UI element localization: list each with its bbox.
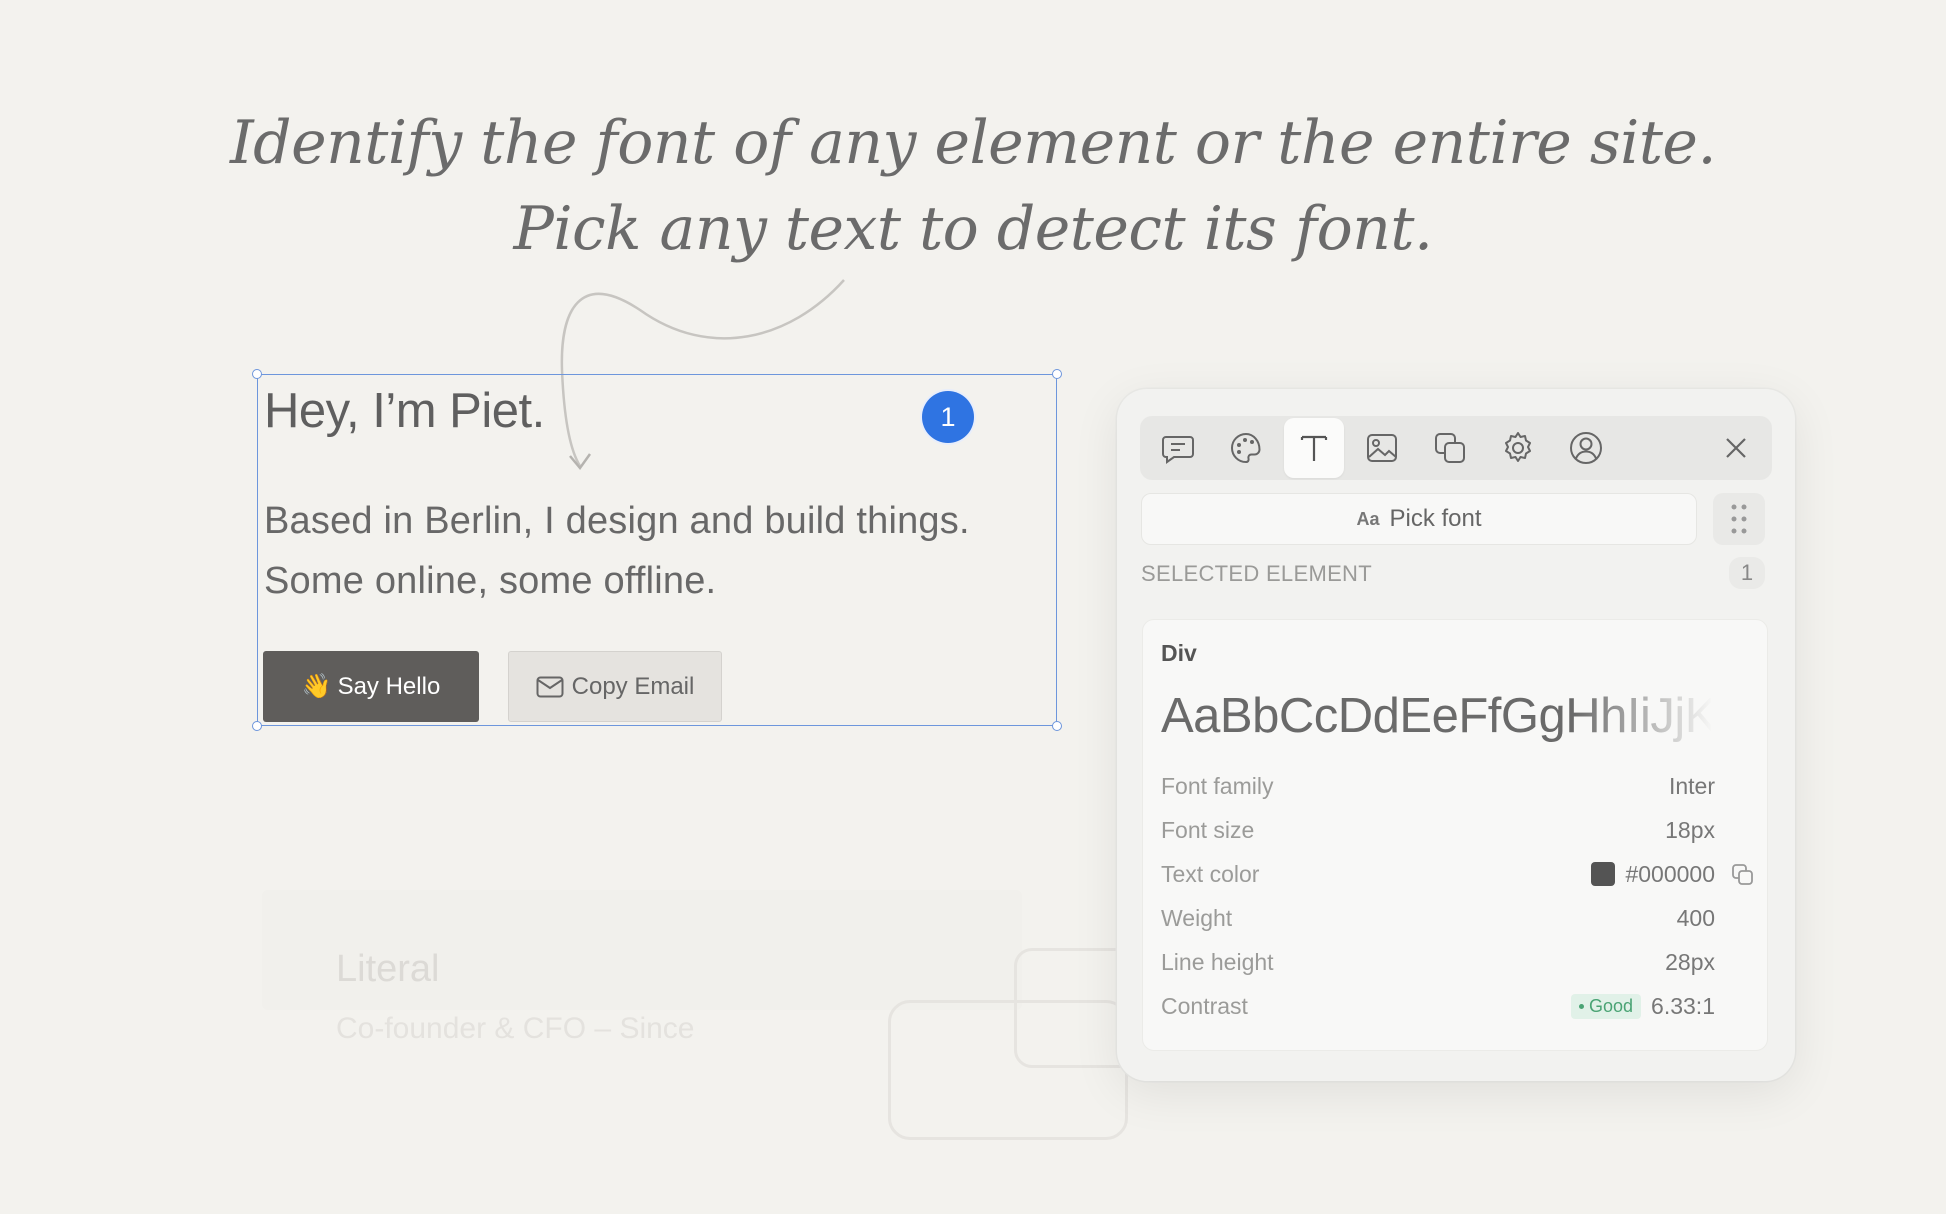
drag-handle[interactable] <box>1713 493 1765 545</box>
font-inspector-panel: Aa Pick font SELECTED ELEMENT 1 Div AaBb… <box>1117 389 1795 1081</box>
color-swatch <box>1591 862 1616 886</box>
say-hello-button[interactable]: 👋 Say Hello <box>263 651 479 722</box>
pick-font-label: Pick font <box>1389 505 1482 532</box>
hero-text: Based in Berlin, I design and build thin… <box>264 491 970 611</box>
background-title: Literal <box>336 948 440 990</box>
panel-toolbar <box>1140 416 1772 480</box>
tool-comments[interactable] <box>1148 418 1208 478</box>
tool-account[interactable] <box>1556 418 1616 478</box>
headline-line-2: Pick any text to detect its font. <box>513 194 1433 264</box>
wave-icon: 👋 <box>301 673 332 700</box>
tool-fonts[interactable] <box>1284 418 1344 478</box>
background-subtitle: Co-founder & CFO – Since <box>336 1012 695 1045</box>
row-contrast: Contrast Good 6.33:1 <box>1161 984 1715 1028</box>
selected-element-box[interactable]: 1 Hey, I’m Piet. Based in Berlin, I desi… <box>252 369 1062 731</box>
row-line-height: Line height 28px <box>1161 940 1715 984</box>
resize-handle[interactable] <box>1052 369 1062 379</box>
tool-copy[interactable] <box>1420 418 1480 478</box>
background-device-icon <box>888 1000 1128 1140</box>
image-icon <box>1367 434 1397 462</box>
row-value: 6.33:1 <box>1651 992 1715 1019</box>
hero-text-line-2: Some online, some offline. <box>264 560 717 602</box>
headline-line-1: Identify the font of any element or the … <box>229 108 1717 178</box>
row-label: Contrast <box>1161 992 1248 1019</box>
mail-icon <box>536 676 564 697</box>
row-text-color: Text color #000000 <box>1161 852 1753 896</box>
resize-handle[interactable] <box>252 369 262 379</box>
headline: Identify the font of any element or the … <box>0 100 1946 272</box>
gear-icon <box>1505 432 1531 462</box>
tool-settings[interactable] <box>1488 418 1548 478</box>
say-hello-label: Say Hello <box>337 672 441 700</box>
close-button[interactable] <box>1706 418 1766 478</box>
element-tag: Div <box>1161 640 1197 666</box>
row-label: Font family <box>1161 772 1274 799</box>
row-label: Weight <box>1161 904 1233 931</box>
selected-element-label: SELECTED ELEMENT <box>1141 561 1372 586</box>
row-font-size: Font size 18px <box>1161 808 1715 852</box>
selection-badge: 1 <box>922 391 974 443</box>
row-value: 18px <box>1665 816 1715 843</box>
row-label: Text color <box>1161 860 1260 887</box>
font-details-card: Div AaBbCcDdEeFfGgHhIiJjKk Font family I… <box>1142 619 1768 1051</box>
copy-color-icon[interactable] <box>1731 863 1755 887</box>
close-icon <box>1726 438 1746 458</box>
hero-text-line-1: Based in Berlin, I design and build thin… <box>264 500 970 542</box>
resize-handle[interactable] <box>252 721 262 731</box>
font-icon: Aa <box>1356 508 1380 529</box>
copy-icon <box>1435 433 1465 463</box>
row-value: 28px <box>1665 948 1715 975</box>
copy-email-label: Copy Email <box>571 672 695 700</box>
row-label: Line height <box>1161 948 1274 975</box>
copy-email-button[interactable]: Copy Email <box>508 651 722 722</box>
row-value: #000000 <box>1625 860 1715 887</box>
row-value: 400 <box>1676 904 1715 931</box>
row-value: Inter <box>1668 772 1715 799</box>
row-value-group: #000000 <box>1591 861 1715 888</box>
drag-dots-icon <box>1731 504 1747 534</box>
pick-font-button[interactable]: Aa Pick font <box>1141 493 1697 545</box>
row-font-family: Font family Inter <box>1161 764 1715 808</box>
palette-icon <box>1231 432 1261 464</box>
hero-title: Hey, I’m Piet. <box>264 384 545 438</box>
tool-colors[interactable] <box>1216 418 1276 478</box>
row-value-group: Good 6.33:1 <box>1571 993 1715 1020</box>
user-icon <box>1570 432 1602 464</box>
resize-handle[interactable] <box>1052 721 1062 731</box>
tool-images[interactable] <box>1352 418 1412 478</box>
selected-element-count: 1 <box>1729 557 1765 589</box>
comment-icon <box>1162 436 1194 464</box>
row-weight: Weight 400 <box>1161 896 1715 940</box>
text-icon <box>1300 435 1328 461</box>
contrast-badge: Good <box>1571 993 1642 1019</box>
row-label: Font size <box>1161 816 1255 843</box>
specimen-fade <box>1573 688 1713 752</box>
